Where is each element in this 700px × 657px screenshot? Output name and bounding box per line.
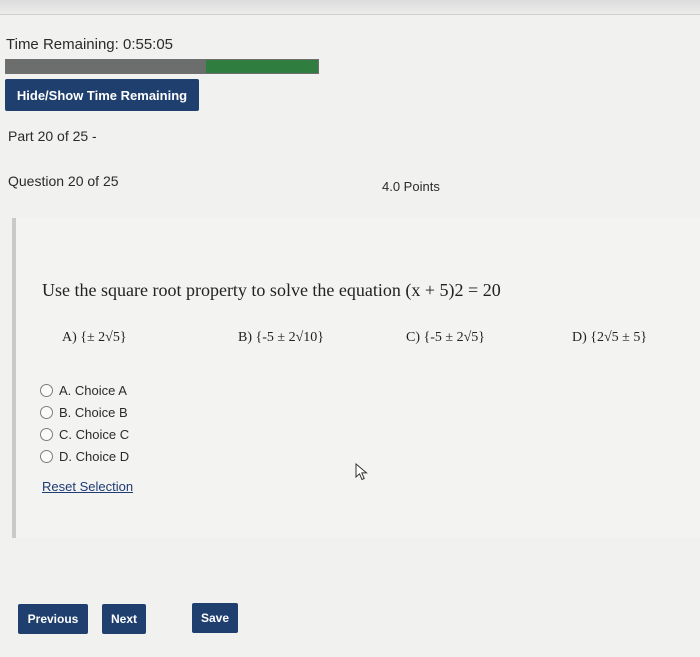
answer-option-a: A) {± 2√5} [62,330,127,345]
timer-progress-bar [5,59,319,74]
choice-a-row[interactable]: A. Choice A [40,380,127,400]
choice-b-radio[interactable] [40,405,53,419]
time-remaining-label: Time Remaining: 0:55:05 [6,36,174,53]
answer-option-c: C) {-5 ± 2√5} [406,330,485,345]
timer-elapsed-fill [6,60,206,73]
choice-d-row[interactable]: D. Choice D [40,446,129,466]
part-indicator: Part 20 of 25 - [8,128,97,144]
points-value: 4.0 Points [382,179,440,194]
choice-a-label: A. Choice A [59,382,127,398]
choice-c-label: C. Choice C [59,426,130,442]
choice-d-label: D. Choice D [59,448,130,464]
choice-c-row[interactable]: C. Choice C [40,424,129,444]
choice-b-label: B. Choice B [59,404,128,420]
top-header-strip [0,0,700,15]
question-indicator: Question 20 of 25 [8,173,119,189]
reset-selection-link[interactable]: Reset Selection [42,479,133,494]
choice-a-radio[interactable] [40,383,53,397]
choice-b-row[interactable]: B. Choice B [40,402,128,422]
hide-show-time-button[interactable]: Hide/Show Time Remaining [5,79,199,111]
mouse-pointer-icon [355,463,368,481]
previous-button[interactable]: Previous [18,604,88,634]
choice-c-radio[interactable] [40,427,53,441]
next-button[interactable]: Next [102,604,146,634]
choice-d-radio[interactable] [40,449,53,463]
answer-option-b: B) {-5 ± 2√10} [238,330,324,345]
question-prompt: Use the square root property to solve th… [42,280,501,300]
save-button[interactable]: Save [192,603,238,633]
answer-option-d: D) {2√5 ± 5} [572,330,648,345]
